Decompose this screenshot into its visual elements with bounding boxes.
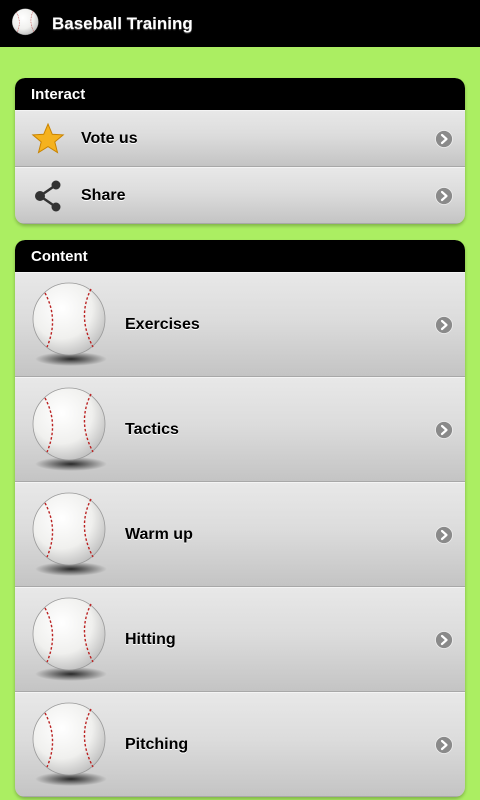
vote-us-item[interactable]: Vote us [15,110,465,167]
tactics-item[interactable]: Tactics [15,377,465,482]
interact-header: Interact [15,78,465,110]
baseball-icon [31,701,111,789]
chevron-right-icon [435,421,453,439]
baseball-icon [31,596,111,684]
share-item[interactable]: Share [15,167,465,224]
app-logo-icon [10,8,42,40]
star-icon [31,122,65,154]
exercises-item[interactable]: Exercises [15,272,465,377]
chevron-right-icon [435,316,453,334]
pitching-label: Pitching [125,735,189,753]
warm-up-item[interactable]: Warm up [15,482,465,587]
chevron-right-icon [435,631,453,649]
chevron-right-icon [435,526,453,544]
hitting-item[interactable]: Hitting [15,587,465,692]
content-header: Content [15,240,465,272]
chevron-right-icon [435,130,453,148]
exercises-label: Exercises [125,315,200,333]
baseball-icon [31,491,111,579]
content-section: Content Exercises Tactics Warm up Hittin… [15,240,465,797]
vote-us-label: Vote us [81,129,138,147]
chevron-right-icon [435,187,453,205]
chevron-right-icon [435,736,453,754]
baseball-icon [31,281,111,369]
title-bar: Baseball Training [0,0,480,47]
pitching-item[interactable]: Pitching [15,692,465,797]
baseball-icon [31,386,111,474]
interact-section: Interact Vote us Share [15,78,465,224]
share-label: Share [81,186,126,204]
app-title: Baseball Training [52,13,193,33]
tactics-label: Tactics [125,420,179,438]
share-icon [35,180,61,211]
hitting-label: Hitting [125,630,176,648]
warm-up-label: Warm up [125,525,193,543]
